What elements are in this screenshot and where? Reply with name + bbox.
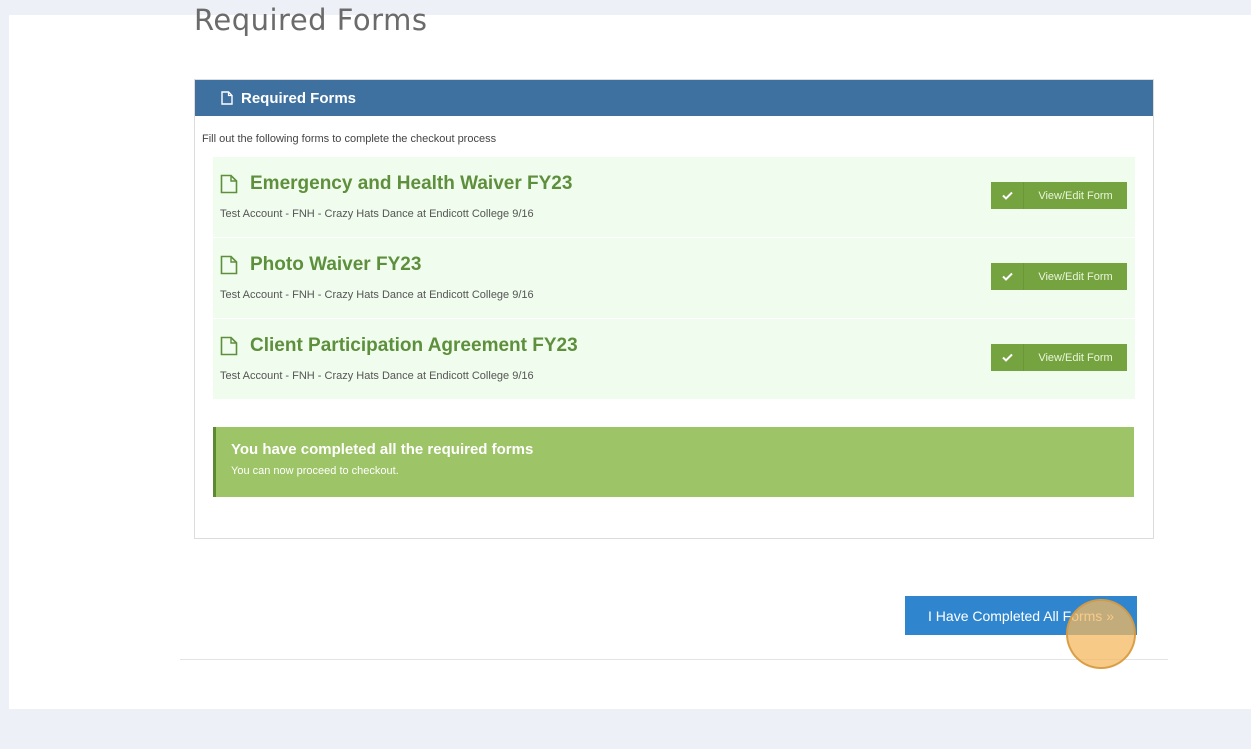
alert-title: You have completed all the required form… [231, 441, 534, 458]
list-item: Emergency and Health Waiver FY23 Test Ac… [213, 157, 1135, 238]
checkmark-icon [991, 263, 1024, 290]
form-title[interactable]: Emergency and Health Waiver FY23 [220, 173, 572, 195]
view-edit-form-label: View/Edit Form [1038, 270, 1113, 283]
form-title[interactable]: Photo Waiver FY23 [220, 254, 421, 276]
panel-header: Required Forms [195, 80, 1153, 116]
checkmark-icon [991, 344, 1024, 371]
divider [180, 659, 1168, 660]
document-icon [220, 336, 238, 356]
form-subtitle: Test Account - FNH - Crazy Hats Dance at… [220, 208, 534, 220]
panel-header-title: Required Forms [241, 89, 357, 107]
list-item: Photo Waiver FY23 Test Account - FNH - C… [213, 238, 1135, 319]
view-edit-form-label: View/Edit Form [1038, 189, 1113, 202]
intro-text: Fill out the following forms to complete… [202, 133, 497, 145]
view-edit-form-button[interactable]: View/Edit Form [991, 182, 1127, 209]
document-icon [221, 91, 233, 105]
page-content: Required Forms Required Forms Fill out t… [9, 3, 1251, 709]
form-subtitle: Test Account - FNH - Crazy Hats Dance at… [220, 370, 534, 382]
form-subtitle: Test Account - FNH - Crazy Hats Dance at… [220, 289, 534, 301]
view-edit-form-label: View/Edit Form [1038, 351, 1113, 364]
completion-alert: You have completed all the required form… [213, 427, 1134, 497]
form-title-text: Photo Waiver FY23 [250, 254, 422, 275]
form-title[interactable]: Client Participation Agreement FY23 [220, 335, 578, 357]
list-item: Client Participation Agreement FY23 Test… [213, 319, 1135, 400]
view-edit-form-button[interactable]: View/Edit Form [991, 263, 1127, 290]
alert-message: You can now proceed to checkout. [231, 465, 399, 477]
form-title-text: Client Participation Agreement FY23 [250, 335, 578, 356]
view-edit-form-button[interactable]: View/Edit Form [991, 344, 1127, 371]
document-icon [220, 174, 238, 194]
page-title: Required Forms [194, 3, 428, 37]
completed-all-forms-button[interactable]: I Have Completed All Forms » [905, 596, 1137, 635]
document-icon [220, 255, 238, 275]
form-title-text: Emergency and Health Waiver FY23 [250, 173, 573, 194]
checkmark-icon [991, 182, 1024, 209]
form-list: Emergency and Health Waiver FY23 Test Ac… [213, 157, 1135, 400]
required-forms-panel: Required Forms Fill out the following fo… [194, 79, 1154, 539]
